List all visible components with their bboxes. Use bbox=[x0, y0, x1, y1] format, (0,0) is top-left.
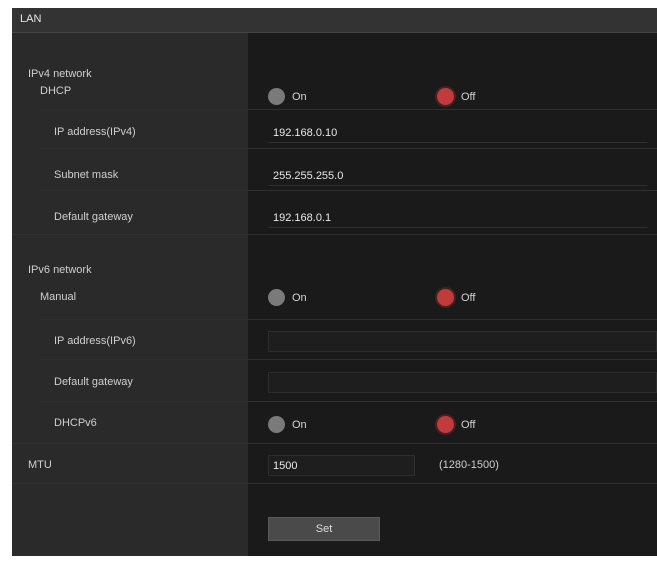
dhcpv6-label: DHCPv6 bbox=[54, 417, 97, 429]
lan-settings-panel: LAN IPv4 network DHCP On Off IP address(… bbox=[12, 8, 657, 556]
dhcp-on-radio[interactable]: On bbox=[268, 88, 307, 105]
manual-off-label: Off bbox=[461, 291, 476, 304]
panel-title: LAN bbox=[20, 13, 42, 25]
ipv4-address-input[interactable] bbox=[268, 122, 648, 143]
row-divider bbox=[40, 190, 657, 191]
ipv4-default-gateway-label: Default gateway bbox=[54, 211, 133, 223]
row-divider bbox=[40, 109, 657, 110]
panel-header: LAN bbox=[12, 8, 657, 33]
dhcp-off-radio[interactable]: Off bbox=[437, 88, 475, 105]
ipv4-address-label: IP address(IPv4) bbox=[54, 126, 136, 138]
mtu-range-text: (1280-1500) bbox=[439, 459, 499, 471]
manual-on-label: On bbox=[292, 291, 307, 304]
ipv4-default-gateway-input[interactable] bbox=[268, 207, 648, 228]
subnet-mask-label: Subnet mask bbox=[54, 169, 119, 181]
radio-off-indicator bbox=[268, 289, 285, 306]
mtu-input[interactable] bbox=[268, 455, 415, 476]
ipv6-address-input[interactable] bbox=[268, 331, 657, 352]
dhcp-off-label: Off bbox=[461, 90, 476, 103]
row-divider bbox=[40, 319, 657, 320]
ipv6-default-gateway-label: Default gateway bbox=[54, 376, 133, 388]
ipv6-section-label: IPv6 network bbox=[28, 264, 92, 276]
dhcpv6-off-radio[interactable]: Off bbox=[437, 416, 475, 433]
row-divider bbox=[40, 401, 657, 402]
manual-label: Manual bbox=[40, 291, 77, 303]
set-button[interactable]: Set bbox=[268, 517, 380, 541]
radio-selected-indicator bbox=[437, 289, 454, 306]
dhcp-label: DHCP bbox=[40, 85, 72, 97]
section-divider bbox=[12, 443, 657, 444]
row-divider bbox=[40, 359, 657, 360]
section-divider bbox=[12, 483, 657, 484]
manual-off-radio[interactable]: Off bbox=[437, 289, 475, 306]
ipv4-section-label: IPv4 network bbox=[28, 68, 92, 80]
dhcpv6-on-radio[interactable]: On bbox=[268, 416, 307, 433]
manual-on-radio[interactable]: On bbox=[268, 289, 307, 306]
row-divider bbox=[40, 148, 657, 149]
dhcp-on-label: On bbox=[292, 90, 307, 103]
radio-selected-indicator bbox=[437, 416, 454, 433]
section-divider bbox=[12, 234, 657, 235]
dhcpv6-off-label: Off bbox=[461, 418, 476, 431]
radio-selected-indicator bbox=[437, 88, 454, 105]
radio-off-indicator bbox=[268, 416, 285, 433]
dhcpv6-on-label: On bbox=[292, 418, 307, 431]
ipv6-default-gateway-input[interactable] bbox=[268, 372, 657, 393]
mtu-label: MTU bbox=[28, 459, 52, 471]
radio-off-indicator bbox=[268, 88, 285, 105]
ipv6-address-label: IP address(IPv6) bbox=[54, 335, 136, 347]
subnet-mask-input[interactable] bbox=[268, 165, 648, 186]
